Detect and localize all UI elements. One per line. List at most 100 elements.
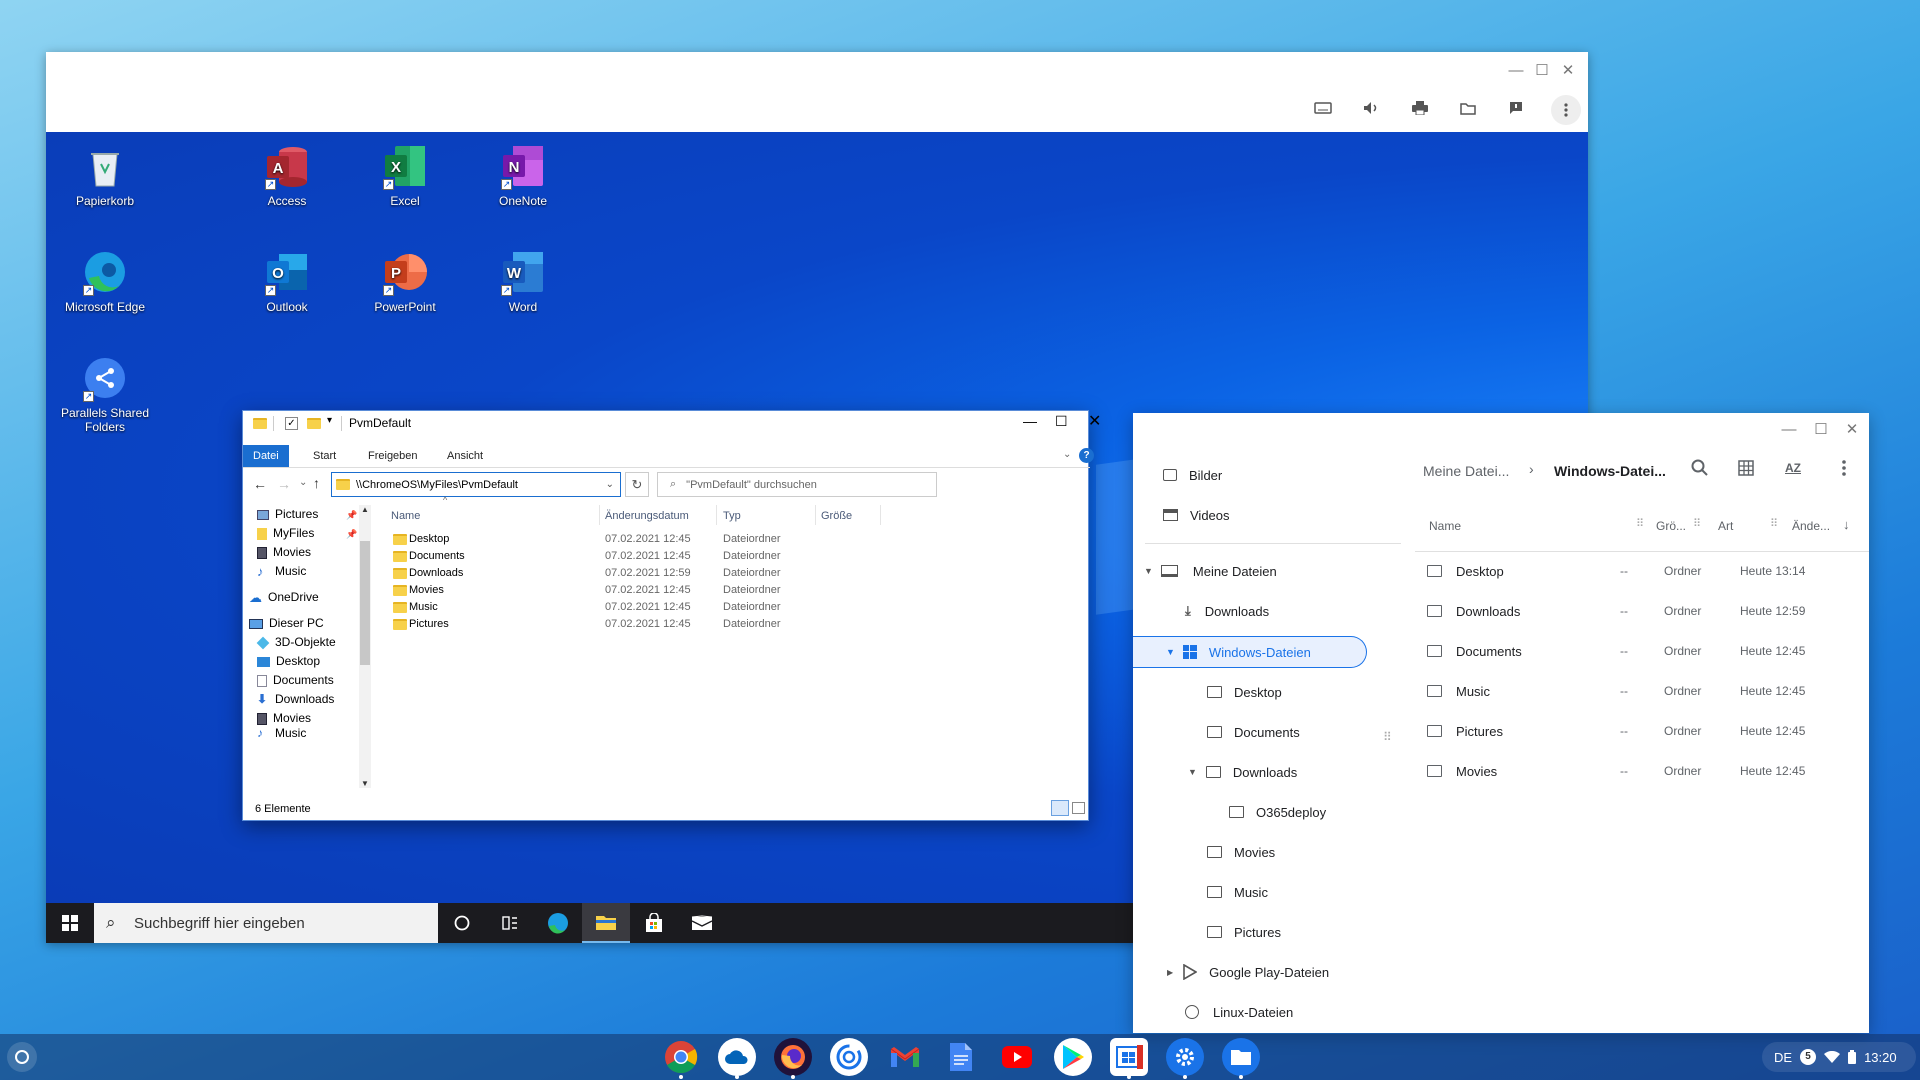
search-input[interactable]: ⌕ "PvmDefault" durchsuchen xyxy=(657,472,937,497)
column-header-name[interactable]: Name xyxy=(1429,519,1461,533)
column-resize-icon[interactable]: ⠿ xyxy=(1636,517,1644,530)
maximize-icon[interactable]: ☐ xyxy=(1532,60,1552,80)
properties-icon[interactable]: ✓ xyxy=(285,417,298,430)
minimize-icon[interactable]: — xyxy=(1506,60,1526,80)
desktop-icon-shared-folders[interactable]: ↗ Parallels Shared Folders xyxy=(50,354,160,434)
address-bar[interactable]: \\ChromeOS\MyFiles\PvmDefault ⌄ xyxy=(331,472,621,497)
new-folder-icon[interactable] xyxy=(307,418,321,429)
minimize-icon[interactable]: — xyxy=(1779,419,1799,439)
more-vert-icon[interactable] xyxy=(1842,460,1846,476)
file-row[interactable]: Pictures -- Ordner Heute 12:45 xyxy=(1413,711,1869,751)
desktop-icon-word[interactable]: W ↗ Word xyxy=(468,248,578,314)
desktop-icon-onenote[interactable]: N ↗ OneNote xyxy=(468,142,578,208)
taskbar-search-input[interactable]: ⌕ Suchbegriff hier eingeben xyxy=(94,903,438,943)
nav-item-3d-objects[interactable]: 3D-Objekte xyxy=(256,633,357,652)
file-row[interactable]: Desktop -- Ordner Heute 13:14 xyxy=(1413,551,1869,591)
search-icon[interactable] xyxy=(1691,459,1709,477)
nav-item-this-pc[interactable]: Dieser PC xyxy=(249,614,357,633)
desktop-icon-powerpoint[interactable]: P ↗ PowerPoint xyxy=(350,248,460,314)
sidebar-item-win-movies[interactable]: Movies xyxy=(1133,832,1275,872)
nav-item-music[interactable]: ♪ Music xyxy=(257,562,357,581)
recent-dropdown-icon[interactable]: ⌄ xyxy=(299,477,307,488)
windows-start-icon[interactable] xyxy=(46,903,94,943)
mail-icon[interactable] xyxy=(678,903,726,943)
file-explorer-taskbar-icon[interactable] xyxy=(582,903,630,943)
store-icon[interactable] xyxy=(630,903,678,943)
status-tray[interactable]: DE 5 13:20 xyxy=(1762,1042,1916,1072)
nav-item-downloads[interactable]: ⬇ Downloads xyxy=(257,690,357,709)
maximize-icon[interactable]: ☐ xyxy=(1055,413,1068,430)
sidebar-item-videos[interactable]: Videos xyxy=(1133,495,1230,535)
column-header-date[interactable]: Änderungsdatum xyxy=(605,510,689,522)
column-header-date[interactable]: Ände... xyxy=(1792,519,1830,533)
more-vert-icon[interactable] xyxy=(1551,95,1581,125)
file-row[interactable]: Music 07.02.2021 12:45 Dateiordner xyxy=(391,599,811,616)
nav-item-movies[interactable]: Movies xyxy=(257,543,357,562)
address-dropdown-icon[interactable]: ⌄ xyxy=(606,479,614,490)
sort-icon[interactable]: AZ xyxy=(1785,461,1801,475)
back-icon[interactable]: ← xyxy=(253,476,267,492)
nav-scrollbar[interactable]: ▲ ▼ xyxy=(359,505,371,788)
launcher-button[interactable] xyxy=(7,1042,37,1072)
grid-view-icon[interactable] xyxy=(1738,460,1754,476)
sidebar-item-play-files[interactable]: ▶ Google Play-Dateien xyxy=(1133,952,1329,992)
tab-start[interactable]: Start xyxy=(303,445,346,467)
column-header-name[interactable]: Name xyxy=(391,510,420,522)
parallels-icon[interactable] xyxy=(830,1038,868,1076)
tab-ansicht[interactable]: Ansicht xyxy=(437,445,493,467)
desktop-icon-recycle-bin[interactable]: Papierkorb xyxy=(50,142,160,208)
nav-item-desktop[interactable]: Desktop xyxy=(257,652,357,671)
breadcrumb-current[interactable]: Windows-Datei... xyxy=(1554,463,1666,479)
nav-item-movies-pc[interactable]: Movies xyxy=(257,709,357,728)
close-icon[interactable]: ✕ xyxy=(1842,419,1862,439)
up-icon[interactable]: ↑ xyxy=(313,475,320,491)
file-row[interactable]: Documents -- Ordner Heute 12:45 xyxy=(1413,631,1869,671)
nav-item-myfiles[interactable]: MyFiles xyxy=(257,524,357,543)
keyboard-icon[interactable] xyxy=(1310,95,1336,121)
sidebar-item-windows-files[interactable]: ▼ Windows-Dateien xyxy=(1133,636,1367,668)
desktop-icon-outlook[interactable]: O ↗ Outlook xyxy=(232,248,342,314)
nav-item-pictures[interactable]: Pictures xyxy=(257,505,357,524)
nav-item-documents[interactable]: Documents xyxy=(257,671,357,690)
task-view-icon[interactable] xyxy=(486,903,534,943)
sidebar-item-win-desktop[interactable]: Desktop xyxy=(1133,672,1282,712)
windows-vm-icon[interactable] xyxy=(1110,1038,1148,1079)
play-store-icon[interactable] xyxy=(1054,1038,1092,1076)
firefox-icon[interactable] xyxy=(774,1038,812,1079)
column-resize-icon[interactable]: ⠿ xyxy=(1770,517,1778,530)
feedback-icon[interactable] xyxy=(1503,95,1529,121)
sidebar-item-my-files[interactable]: ▼ Meine Dateien xyxy=(1133,551,1277,591)
sidebar-item-win-pictures[interactable]: Pictures xyxy=(1133,912,1281,952)
column-header-type[interactable]: Typ xyxy=(723,510,741,522)
file-row[interactable]: Pictures 07.02.2021 12:45 Dateiordner xyxy=(391,616,811,633)
sidebar-item-win-downloads[interactable]: ▼ Downloads xyxy=(1133,752,1297,792)
resize-handle-icon[interactable]: ⠿ xyxy=(1383,730,1392,744)
forward-icon[interactable]: → xyxy=(277,476,291,492)
refresh-icon[interactable]: ↻ xyxy=(625,472,649,497)
cortana-icon[interactable] xyxy=(438,903,486,943)
sidebar-item-win-documents[interactable]: Documents xyxy=(1133,712,1300,752)
printer-icon[interactable] xyxy=(1407,95,1433,121)
file-row[interactable]: Music -- Ordner Heute 12:45 xyxy=(1413,671,1869,711)
minimize-icon[interactable]: — xyxy=(1023,413,1037,429)
column-resize-icon[interactable]: ⠿ xyxy=(1693,517,1701,530)
close-icon[interactable]: ✕ xyxy=(1558,60,1578,80)
column-header-size[interactable]: Größe xyxy=(821,510,852,522)
nav-item-music-pc[interactable]: ♪ Music xyxy=(257,728,357,738)
column-header-type[interactable]: Art xyxy=(1718,519,1733,533)
sidebar-item-bilder[interactable]: Bilder xyxy=(1133,455,1222,495)
chrome-icon[interactable] xyxy=(662,1038,700,1079)
file-row[interactable]: Downloads 07.02.2021 12:59 Dateiordner xyxy=(391,565,811,582)
speaker-icon[interactable] xyxy=(1358,95,1384,121)
tab-datei[interactable]: Datei xyxy=(243,445,289,467)
onedrive-icon[interactable] xyxy=(718,1038,756,1079)
folder-icon[interactable] xyxy=(1455,95,1481,121)
help-icon[interactable]: ? xyxy=(1079,448,1094,463)
tiles-view-icon[interactable] xyxy=(1072,802,1085,814)
docs-icon[interactable] xyxy=(942,1038,980,1076)
file-row[interactable]: Downloads -- Ordner Heute 12:59 xyxy=(1413,591,1869,631)
expand-ribbon-icon[interactable]: ⌄ xyxy=(1063,449,1071,460)
file-row[interactable]: Movies -- Ordner Heute 12:45 xyxy=(1413,751,1869,791)
tab-freigeben[interactable]: Freigeben xyxy=(358,445,428,467)
youtube-icon[interactable] xyxy=(998,1038,1036,1076)
